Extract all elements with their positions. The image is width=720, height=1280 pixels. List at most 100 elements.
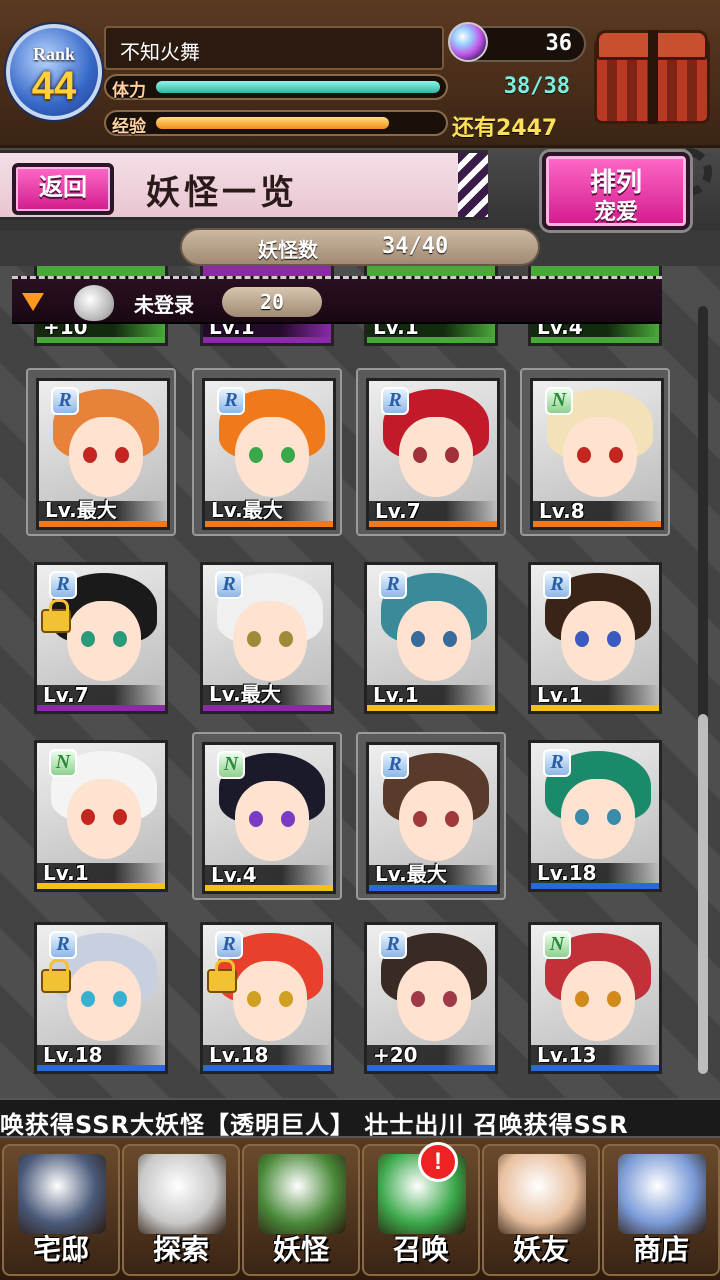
- portrait-eye: [279, 631, 293, 647]
- nav-item-0[interactable]: 宅邸: [2, 1144, 120, 1276]
- card-slot[interactable]: R Lv.18: [520, 732, 670, 900]
- portrait-face: [561, 601, 635, 681]
- monster-list[interactable]: +10 Lv.1 Lv.1 Lv.4 未登录 20 R Lv.最大 R Lv.最大 R Lv.7…: [0, 266, 720, 1098]
- monster-card[interactable]: N Lv.4: [202, 742, 336, 894]
- card-slot[interactable]: R Lv.最大: [356, 732, 506, 900]
- gem-count: 36: [545, 31, 573, 56]
- portrait-eye: [83, 447, 97, 463]
- portrait-eye: [575, 809, 589, 825]
- monster-count: 妖怪数 34/40: [180, 228, 540, 266]
- rank-badge[interactable]: Rank 44: [2, 18, 106, 136]
- exp-remaining: 还有2447: [452, 116, 558, 141]
- lock-icon: [41, 959, 71, 993]
- expand-arrow-icon[interactable]: [22, 293, 44, 311]
- portrait-eye: [577, 447, 591, 463]
- card-level: Lv.18: [209, 1043, 269, 1067]
- portrait-eye: [413, 447, 427, 463]
- card-slot[interactable]: R Lv.1: [356, 554, 506, 722]
- card-level: +20: [373, 1043, 418, 1067]
- card-slot[interactable]: R Lv.1: [520, 554, 670, 722]
- portrait-face: [67, 961, 141, 1041]
- monster-card[interactable]: R Lv.18: [528, 740, 662, 892]
- portrait-eye: [609, 447, 623, 463]
- gem-icon: [448, 22, 488, 62]
- card-slot[interactable]: N Lv.8: [520, 368, 670, 536]
- page-header: 返回 妖怪一览 排列 宠爱: [0, 148, 720, 230]
- exp-label: 经验: [112, 117, 146, 137]
- title-stripe-decoration: [458, 153, 488, 217]
- card-level: Lv.8: [539, 499, 585, 523]
- monster-card[interactable]: N Lv.13: [528, 922, 662, 1074]
- nav-label: 妖友: [512, 1233, 569, 1266]
- monster-card[interactable]: N Lv.1: [34, 740, 168, 892]
- sort-button[interactable]: 排列 宠爱: [542, 152, 690, 230]
- card-slot[interactable]: R Lv.7: [356, 368, 506, 536]
- nav-label: 召唤: [392, 1233, 449, 1266]
- card-slot[interactable]: R +20: [356, 914, 506, 1082]
- stamina-label: 体力: [112, 81, 146, 101]
- portrait-eye: [81, 991, 95, 1007]
- nav-label: 宅邸: [32, 1233, 89, 1266]
- monster-card[interactable]: R Lv.最大: [366, 742, 500, 894]
- nav-label: 妖怪: [272, 1233, 329, 1266]
- rarity-badge: R: [215, 931, 243, 959]
- monster-count-label: 妖怪数: [258, 238, 318, 262]
- portrait-face: [397, 961, 471, 1041]
- monster-card[interactable]: R Lv.7: [34, 562, 168, 714]
- catgirl-icon: [498, 1154, 586, 1234]
- scroll-icon: [258, 1154, 346, 1234]
- rarity-badge: N: [543, 931, 571, 959]
- lock-icon: [41, 599, 71, 633]
- card-slot[interactable]: N Lv.4: [192, 732, 342, 900]
- monster-card[interactable]: R Lv.18: [34, 922, 168, 1074]
- card-slot[interactable]: R Lv.最大: [192, 368, 342, 536]
- treasure-chest-button[interactable]: [590, 26, 714, 128]
- nav-item-5[interactable]: 商店: [602, 1144, 720, 1276]
- rarity-badge: R: [379, 931, 407, 959]
- stamina-fill: [156, 81, 440, 93]
- portrait-eye: [281, 447, 295, 463]
- card-level: Lv.最大: [45, 498, 117, 522]
- monster-count-value: 34/40: [382, 234, 449, 259]
- card-slot[interactable]: R Lv.18: [192, 914, 342, 1082]
- nav-item-2[interactable]: 妖怪: [242, 1144, 360, 1276]
- monster-card[interactable]: N Lv.8: [530, 378, 664, 530]
- card-slot[interactable]: N Lv.13: [520, 914, 670, 1082]
- card-slot[interactable]: N Lv.1: [26, 732, 176, 900]
- monster-card[interactable]: R +20: [364, 922, 498, 1074]
- portrait-face: [563, 417, 637, 497]
- back-button[interactable]: 返回: [12, 163, 114, 215]
- portrait-eye: [249, 447, 263, 463]
- page-title: 妖怪一览: [146, 173, 298, 213]
- chest-strap: [648, 30, 658, 124]
- monster-card[interactable]: R Lv.1: [528, 562, 662, 714]
- rank-number: 44: [31, 64, 77, 108]
- nav-item-4[interactable]: 妖友: [482, 1144, 600, 1276]
- portrait-eye: [411, 991, 425, 1007]
- rank-label: Rank: [32, 44, 76, 64]
- monster-card[interactable]: R Lv.最大: [36, 378, 170, 530]
- nav-item-1[interactable]: 探索: [122, 1144, 240, 1276]
- rarity-badge: R: [381, 751, 409, 779]
- portrait-face: [233, 601, 307, 681]
- monster-card[interactable]: R Lv.1: [364, 562, 498, 714]
- card-slot[interactable]: R Lv.18: [26, 914, 176, 1082]
- card-slot[interactable]: R Lv.最大: [192, 554, 342, 722]
- stamina-bar: 体力: [104, 74, 448, 101]
- card-slot[interactable]: R Lv.最大: [26, 368, 176, 536]
- unregistered-filter[interactable]: 未登录 20: [12, 276, 662, 324]
- portrait-eye: [607, 991, 621, 1007]
- card-level: Lv.最大: [375, 862, 447, 886]
- card-slot[interactable]: R Lv.7: [26, 554, 176, 722]
- portrait-eye: [411, 631, 425, 647]
- portrait-face: [67, 601, 141, 681]
- portrait-eye: [413, 811, 427, 827]
- monster-card[interactable]: R Lv.7: [366, 378, 500, 530]
- card-level: Lv.4: [211, 863, 257, 887]
- scrollbar-thumb[interactable]: [698, 714, 708, 1074]
- rarity-badge: N: [49, 749, 77, 777]
- monster-card[interactable]: R Lv.最大: [202, 378, 336, 530]
- monster-card[interactable]: R Lv.18: [200, 922, 334, 1074]
- exp-bar: 经验: [104, 110, 448, 137]
- monster-card[interactable]: R Lv.最大: [200, 562, 334, 714]
